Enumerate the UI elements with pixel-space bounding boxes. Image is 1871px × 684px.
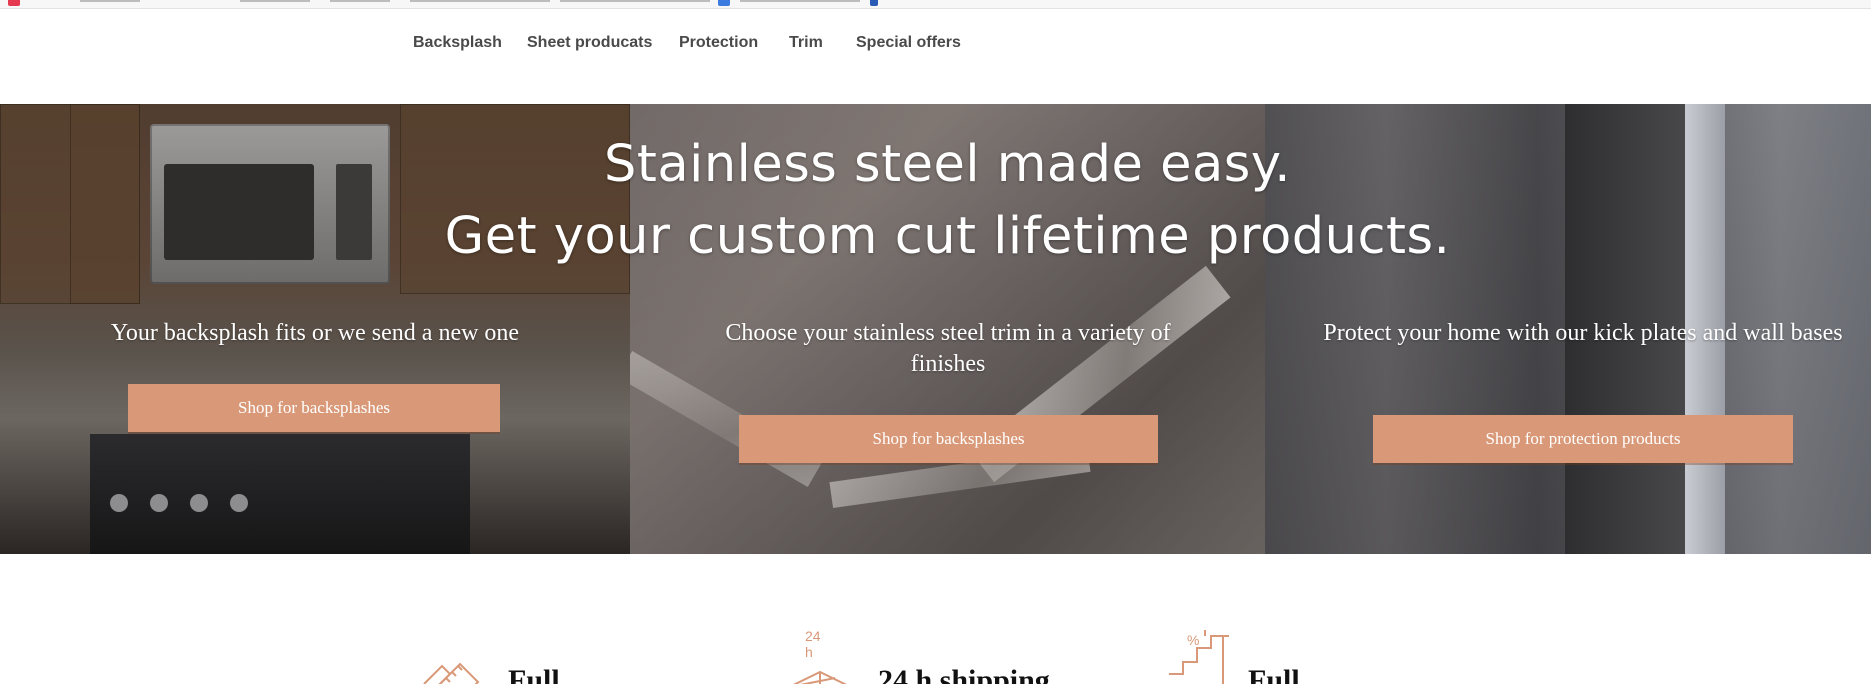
backsplash-tagline: Your backsplash fits or we send a new on…: [110, 320, 520, 346]
hero-title: Stainless steel made easy. Get your cust…: [0, 129, 1871, 273]
bookmark-icon[interactable]: [8, 0, 20, 6]
feature-title: Full: [1248, 664, 1300, 684]
hero-title-line1: Stainless steel made easy.: [604, 135, 1291, 194]
ruler-pencil-icon: [423, 662, 480, 684]
stove-image: [90, 434, 470, 554]
nav-backsplash[interactable]: Backsplash: [413, 34, 502, 52]
main-navigation: Backsplash Sheet producats Protection Tr…: [0, 10, 1871, 104]
bookmark-item[interactable]: [80, 0, 140, 2]
bookmark-item[interactable]: [740, 0, 860, 2]
feature-title: Full: [508, 664, 560, 684]
nav-protection[interactable]: Protection: [679, 34, 758, 52]
discount-stairs-icon: [1169, 630, 1229, 684]
bookmark-item[interactable]: [330, 0, 390, 2]
bookmark-item[interactable]: [240, 0, 310, 2]
discount-icon-label: %: [1187, 632, 1200, 648]
nav-trim[interactable]: Trim: [789, 34, 823, 52]
bookmark-item[interactable]: [560, 0, 710, 2]
shop-protection-button[interactable]: Shop for protection products: [1373, 415, 1793, 463]
stove-knob: [190, 494, 208, 512]
stove-knob: [150, 494, 168, 512]
hero-banner: Stainless steel made easy. Get your cust…: [0, 104, 1871, 554]
trim-tagline: Choose your stainless steel trim in a va…: [725, 320, 1171, 377]
nav-special-offers[interactable]: Special offers: [856, 34, 961, 52]
shop-trim-button[interactable]: Shop for backsplashes: [739, 415, 1158, 463]
stove-knob: [110, 494, 128, 512]
shop-backsplashes-button[interactable]: Shop for backsplashes: [128, 384, 500, 432]
feature-title: 24 h shipping: [878, 664, 1050, 684]
hero-title-line2: Get your custom cut lifetime products.: [444, 207, 1451, 266]
bookmark-icon[interactable]: [718, 0, 730, 6]
shipping-icon-label: 24 h: [805, 628, 821, 660]
bookmark-item[interactable]: [410, 0, 550, 2]
protection-tagline: Protect your home with our kick plates a…: [1323, 320, 1843, 346]
nav-sheet-products[interactable]: Sheet producats: [527, 34, 652, 52]
bookmark-icon[interactable]: [870, 0, 878, 6]
stove-knob: [230, 494, 248, 512]
browser-bookmarks-bar: [0, 0, 1871, 9]
